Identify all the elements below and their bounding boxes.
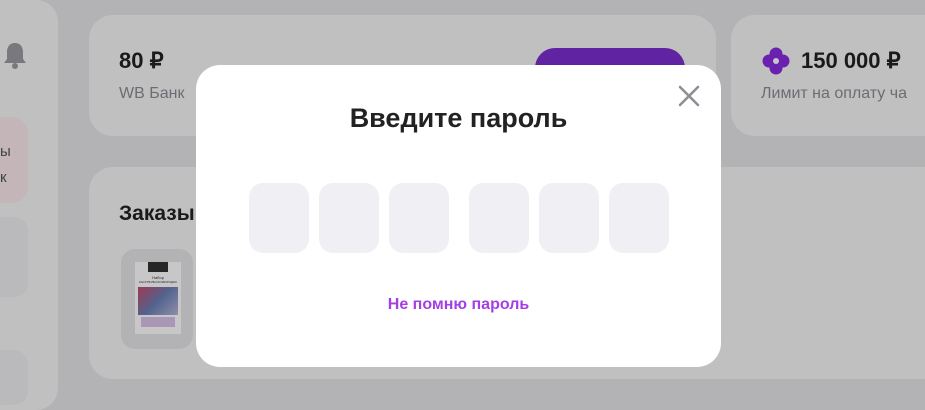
close-icon[interactable] — [676, 83, 702, 109]
forgot-password-link[interactable]: Не помню пароль — [196, 296, 721, 314]
pin-digit-3[interactable] — [389, 183, 449, 253]
password-modal: Введите пароль Не помню пароль — [196, 65, 721, 367]
modal-title: Введите пароль — [349, 103, 568, 133]
pin-digit-5[interactable] — [539, 183, 599, 253]
pin-digit-4[interactable] — [469, 183, 529, 253]
pin-digit-6[interactable] — [609, 183, 669, 253]
pin-digit-2[interactable] — [319, 183, 379, 253]
pin-digit-1[interactable] — [249, 183, 309, 253]
